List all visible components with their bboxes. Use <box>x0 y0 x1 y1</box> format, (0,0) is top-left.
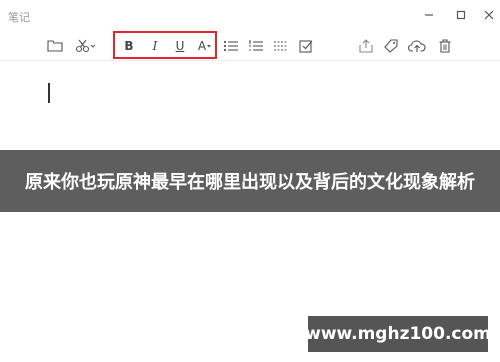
title-bar: 笔记 <box>0 0 500 32</box>
notes-window: 笔记 B I U A 原来你也玩原神最早在哪里出现以及背后的文化现象解析 www… <box>0 0 500 362</box>
trash-icon[interactable] <box>435 37 455 55</box>
tag-icon[interactable] <box>381 37 401 55</box>
cut-icon[interactable] <box>74 37 98 55</box>
text-caret <box>48 83 50 103</box>
window-title: 笔记 <box>8 11 30 24</box>
toolbar: B I U A <box>0 32 500 60</box>
bullet-list-icon[interactable] <box>221 37 241 55</box>
overlay-banner: 原来你也玩原神最早在哪里出现以及背后的文化现象解析 <box>0 150 500 212</box>
watermark-badge: www.mghz100.com <box>305 316 491 352</box>
share-icon[interactable] <box>356 37 376 55</box>
cloud-upload-icon[interactable] <box>407 37 427 55</box>
minimize-icon[interactable] <box>420 6 438 24</box>
close-icon[interactable] <box>480 6 498 24</box>
numbered-list-icon[interactable] <box>246 37 266 55</box>
format-buttons-highlight <box>113 31 217 59</box>
dashed-line-icon[interactable] <box>271 37 291 55</box>
folder-icon[interactable] <box>45 37 65 55</box>
checkbox-icon[interactable] <box>296 37 316 55</box>
maximize-icon[interactable] <box>452 6 470 24</box>
